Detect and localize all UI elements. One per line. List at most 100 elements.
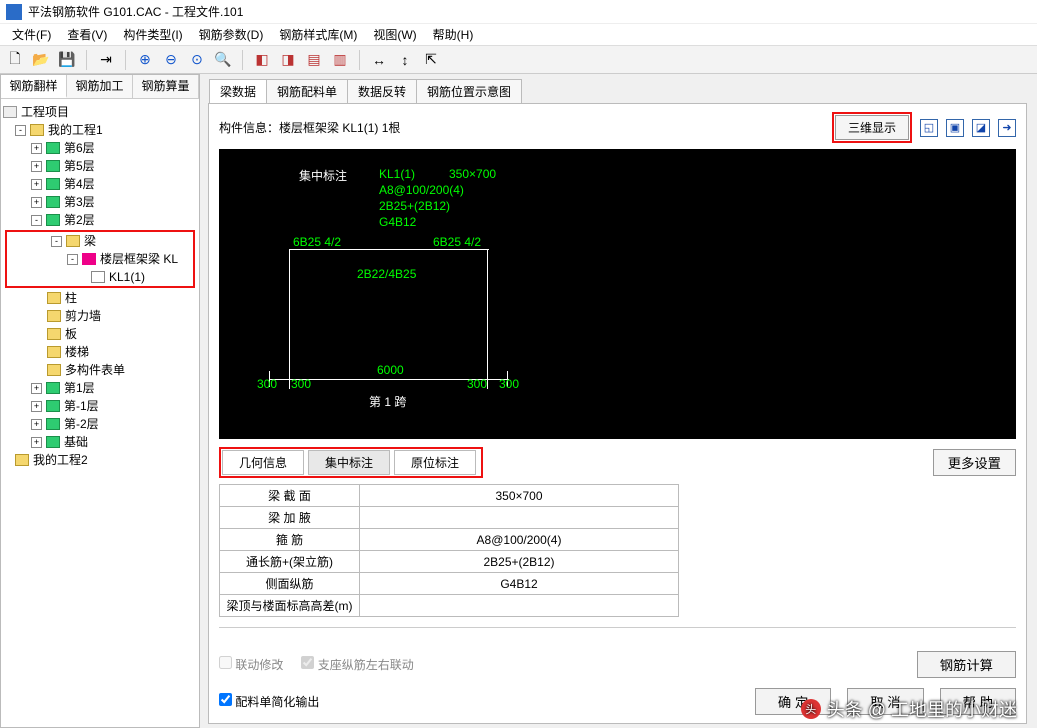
- mini-tool-icon[interactable]: ➜: [998, 119, 1016, 137]
- project-tree[interactable]: 工程项目 -我的工程1 +第6层 +第5层 +第4层 +第3层 -第2层 -梁 …: [1, 99, 199, 727]
- table-row[interactable]: 箍 筋A8@100/200(4): [220, 529, 679, 551]
- side-tab-jiagong[interactable]: 钢筋加工: [67, 75, 133, 98]
- viewer-span-label: 第 1 跨: [369, 393, 406, 410]
- checkbox-simplify[interactable]: 配料单简化输出: [219, 693, 319, 710]
- mini-tool-icon[interactable]: ▣: [946, 119, 964, 137]
- separator: [86, 50, 87, 70]
- separator: [125, 50, 126, 70]
- viewer-mid-bar: 2B22/4B25: [357, 267, 416, 281]
- zoom-out-icon[interactable]: ⊖: [160, 49, 182, 71]
- tool-g-icon[interactable]: ⇱: [420, 49, 442, 71]
- tree-beam-type[interactable]: -楼层框架梁 KL: [7, 250, 193, 268]
- viewer-span-length: 6000: [377, 363, 404, 377]
- tree-floor[interactable]: +第-2层: [3, 415, 197, 433]
- tree-root[interactable]: 工程项目: [3, 103, 197, 121]
- viewer-beam-name: KL1(1): [379, 167, 415, 181]
- tree-item[interactable]: 柱: [3, 289, 197, 307]
- menu-rebar[interactable]: 钢筋参数(D): [191, 24, 272, 45]
- save-icon[interactable]: 💾: [56, 49, 78, 71]
- section-viewer[interactable]: 集中标注 KL1(1) 350×700 A8@100/200(4) 2B25+(…: [219, 149, 1016, 439]
- properties-table: 梁 截 面350×700 梁 加 腋 箍 筋A8@100/200(4) 通长筋+…: [219, 484, 679, 617]
- viewer-dim: 300: [257, 377, 277, 391]
- menu-styles[interactable]: 钢筋样式库(M): [271, 24, 365, 45]
- tool-c-icon[interactable]: ▤: [303, 49, 325, 71]
- viewer-right-bar: 6B25 4/2: [433, 235, 481, 249]
- tree-item[interactable]: 楼梯: [3, 343, 197, 361]
- tree-floor[interactable]: +基础: [3, 433, 197, 451]
- tab-weizhi[interactable]: 钢筋位置示意图: [416, 79, 522, 103]
- tree-item[interactable]: 板: [3, 325, 197, 343]
- tree-proj1[interactable]: -我的工程1: [3, 121, 197, 139]
- subtab-jizhong[interactable]: 集中标注: [308, 450, 390, 475]
- side-tab-fanyang[interactable]: 钢筋翻样: [1, 75, 67, 98]
- zoom-in-icon[interactable]: ⊕: [134, 49, 156, 71]
- tree-beam-item[interactable]: KL1(1): [7, 268, 193, 286]
- rebar-calc-button[interactable]: 钢筋计算: [917, 651, 1016, 678]
- tree-item[interactable]: 多构件表单: [3, 361, 197, 379]
- sidebar: 钢筋翻样 钢筋加工 钢筋算量 工程项目 -我的工程1 +第6层 +第5层 +第4…: [0, 74, 200, 728]
- checkbox-support-linkage[interactable]: 支座纵筋左右联动: [301, 656, 413, 673]
- main-panel: 梁数据 钢筋配料单 数据反转 钢筋位置示意图 构件信息：楼层框架梁 KL1(1)…: [200, 74, 1037, 728]
- table-row[interactable]: 侧面纵筋G4B12: [220, 573, 679, 595]
- viewer-label: 集中标注: [299, 167, 347, 184]
- separator: [359, 50, 360, 70]
- export-icon[interactable]: ⇥: [95, 49, 117, 71]
- title-bar: 平法钢筋软件 G101.CAC - 工程文件.101: [0, 0, 1037, 24]
- menu-file[interactable]: 文件(F): [4, 24, 59, 45]
- tab-beam-data[interactable]: 梁数据: [209, 79, 267, 103]
- tool-f-icon[interactable]: ↕: [394, 49, 416, 71]
- side-tab-suanliang[interactable]: 钢筋算量: [133, 75, 199, 98]
- table-row[interactable]: 通长筋+(架立筋)2B25+(2B12): [220, 551, 679, 573]
- viewer-dim: 300: [467, 377, 487, 391]
- window-title: 平法钢筋软件 G101.CAC - 工程文件.101: [28, 3, 243, 20]
- tree-floor[interactable]: +第5层: [3, 157, 197, 175]
- tree-beam-group[interactable]: -梁: [7, 232, 193, 250]
- tree-item[interactable]: 剪力墙: [3, 307, 197, 325]
- zoom-sel-icon[interactable]: 🔍: [212, 49, 234, 71]
- component-info: 构件信息：楼层框架梁 KL1(1) 1根: [219, 119, 400, 136]
- 3d-view-button[interactable]: 三维显示: [835, 115, 909, 140]
- menu-member[interactable]: 构件类型(I): [115, 24, 190, 45]
- viewer-dim: 300: [291, 377, 311, 391]
- more-settings-button[interactable]: 更多设置: [933, 449, 1016, 476]
- watermark: 头 头条 @ 工地里的小财迷: [801, 696, 1017, 722]
- tool-b-icon[interactable]: ◨: [277, 49, 299, 71]
- app-icon: [6, 4, 22, 20]
- zoom-fit-icon[interactable]: ⊙: [186, 49, 208, 71]
- side-tabs: 钢筋翻样 钢筋加工 钢筋算量: [1, 75, 199, 99]
- viewer-dim: 300: [499, 377, 519, 391]
- separator: [219, 627, 1016, 628]
- tool-d-icon[interactable]: ▥: [329, 49, 351, 71]
- sub-tabs: 几何信息 集中标注 原位标注: [219, 447, 483, 478]
- tool-e-icon[interactable]: ↔: [368, 49, 390, 71]
- tab-fanzhuang[interactable]: 数据反转: [347, 79, 417, 103]
- mini-tool-icon[interactable]: ◱: [920, 119, 938, 137]
- tree-floor[interactable]: +第6层: [3, 139, 197, 157]
- mini-tool-icon[interactable]: ◪: [972, 119, 990, 137]
- separator: [242, 50, 243, 70]
- menu-help[interactable]: 帮助(H): [425, 24, 482, 45]
- tree-floor[interactable]: +第1层: [3, 379, 197, 397]
- menu-view[interactable]: 查看(V): [59, 24, 115, 45]
- table-row[interactable]: 梁 加 腋: [220, 507, 679, 529]
- table-row[interactable]: 梁 截 面350×700: [220, 485, 679, 507]
- tab-peiliao[interactable]: 钢筋配料单: [266, 79, 348, 103]
- menu-window[interactable]: 视图(W): [365, 24, 424, 45]
- checkbox-linkage[interactable]: 联动修改: [219, 656, 283, 673]
- tree-floor[interactable]: +第-1层: [3, 397, 197, 415]
- tree-floor[interactable]: +第4层: [3, 175, 197, 193]
- viewer-size: 350×700: [449, 167, 496, 181]
- watermark-icon: 头: [801, 699, 821, 719]
- top-tabs: 梁数据 钢筋配料单 数据反转 钢筋位置示意图: [208, 78, 522, 104]
- tree-floor[interactable]: -第2层: [3, 211, 197, 229]
- tree-floor[interactable]: +第3层: [3, 193, 197, 211]
- open-icon[interactable]: 📂: [30, 49, 52, 71]
- subtab-geometry[interactable]: 几何信息: [222, 450, 304, 475]
- tool-a-icon[interactable]: ◧: [251, 49, 273, 71]
- new-icon[interactable]: 🗋: [4, 49, 26, 71]
- table-row[interactable]: 梁顶与楼面标高高差(m): [220, 595, 679, 617]
- subtab-yuanwei[interactable]: 原位标注: [394, 450, 476, 475]
- tree-proj2[interactable]: 我的工程2: [3, 451, 197, 469]
- viewer-sidebar: G4B12: [379, 215, 416, 229]
- viewer-topbar: 2B25+(2B12): [379, 199, 450, 213]
